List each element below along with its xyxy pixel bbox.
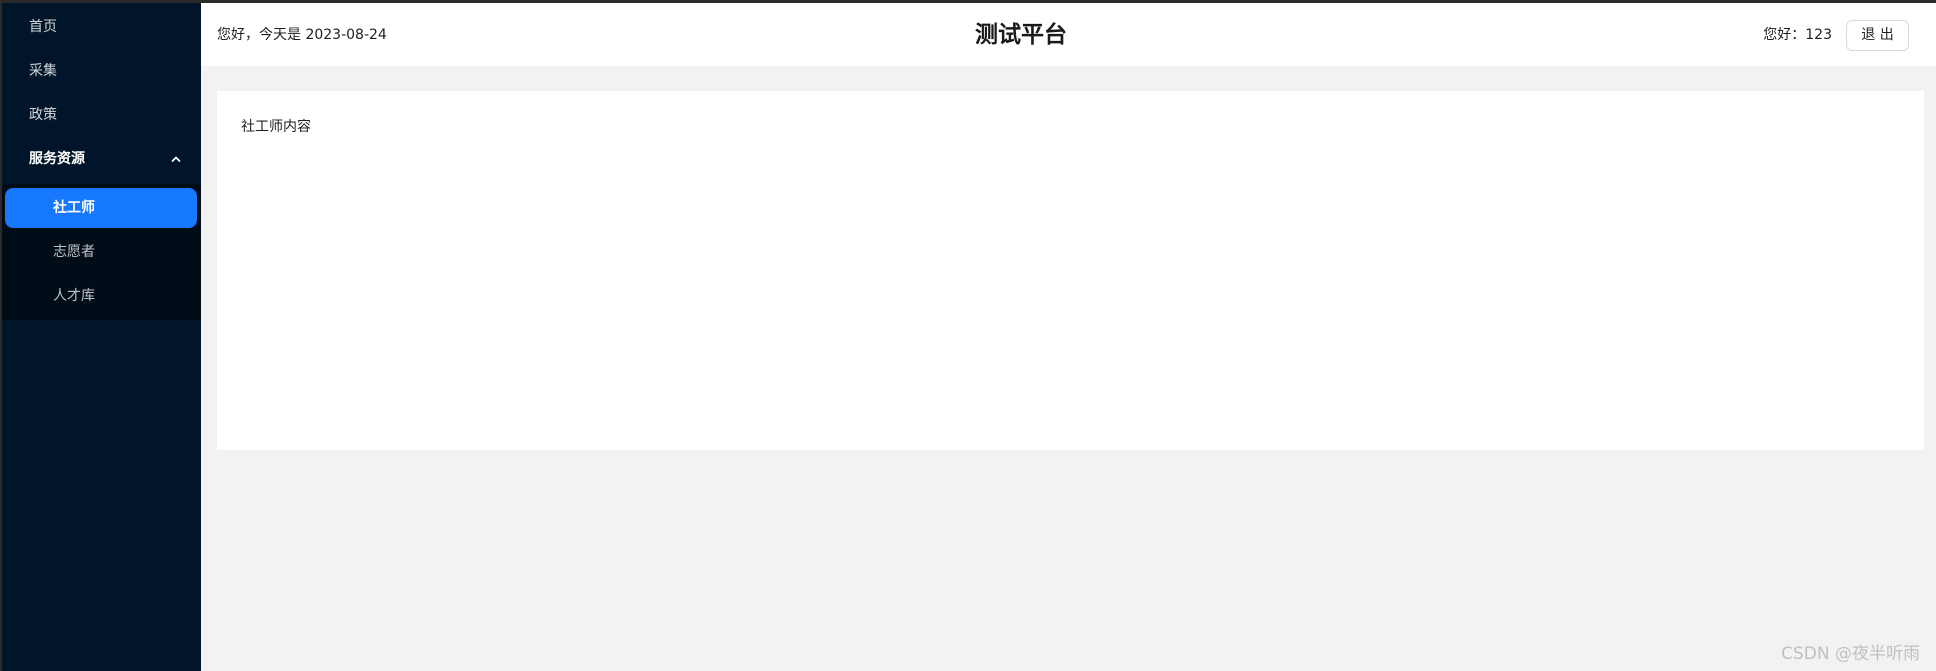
sidebar-item-label: 志愿者 (53, 244, 95, 260)
sidebar-item-label: 社工师 (53, 200, 95, 216)
content-text: 社工师内容 (241, 119, 311, 135)
logout-button[interactable]: 退 出 (1846, 20, 1909, 51)
sidebar-item-label: 采集 (29, 63, 57, 79)
sidebar-item-collect[interactable]: 采集 (2, 51, 201, 91)
sidebar-item-label: 人才库 (53, 288, 95, 304)
sidebar: 首页 采集 政策 服务资源 社工师 志愿者 人才库 (2, 3, 201, 671)
chevron-up-icon (171, 156, 181, 162)
content-card: 社工师内容 (217, 91, 1924, 450)
sidebar-item-label: 政策 (29, 107, 57, 123)
submenu-panel: 社工师 志愿者 人才库 (2, 184, 201, 320)
sidebar-item-home[interactable]: 首页 (2, 7, 201, 47)
sidebar-submenu-service-resources[interactable]: 服务资源 (2, 139, 201, 179)
submenu-title-label: 服务资源 (29, 151, 85, 167)
watermark: CSDN @夜半听雨 (1781, 644, 1920, 664)
user-greeting: 您好：123 (1763, 27, 1832, 43)
sidebar-item-policy[interactable]: 政策 (2, 95, 201, 135)
sidebar-item-talent-pool[interactable]: 人才库 (5, 276, 197, 316)
sidebar-item-label: 首页 (29, 19, 57, 35)
page-title: 测试平台 (975, 22, 1067, 48)
sidebar-item-social-worker[interactable]: 社工师 (5, 188, 197, 228)
date-greeting: 您好，今天是 2023-08-24 (217, 27, 387, 43)
sidebar-item-volunteer[interactable]: 志愿者 (5, 232, 197, 272)
header: 您好，今天是 2023-08-24 测试平台 您好：123 退 出 (201, 3, 1936, 66)
